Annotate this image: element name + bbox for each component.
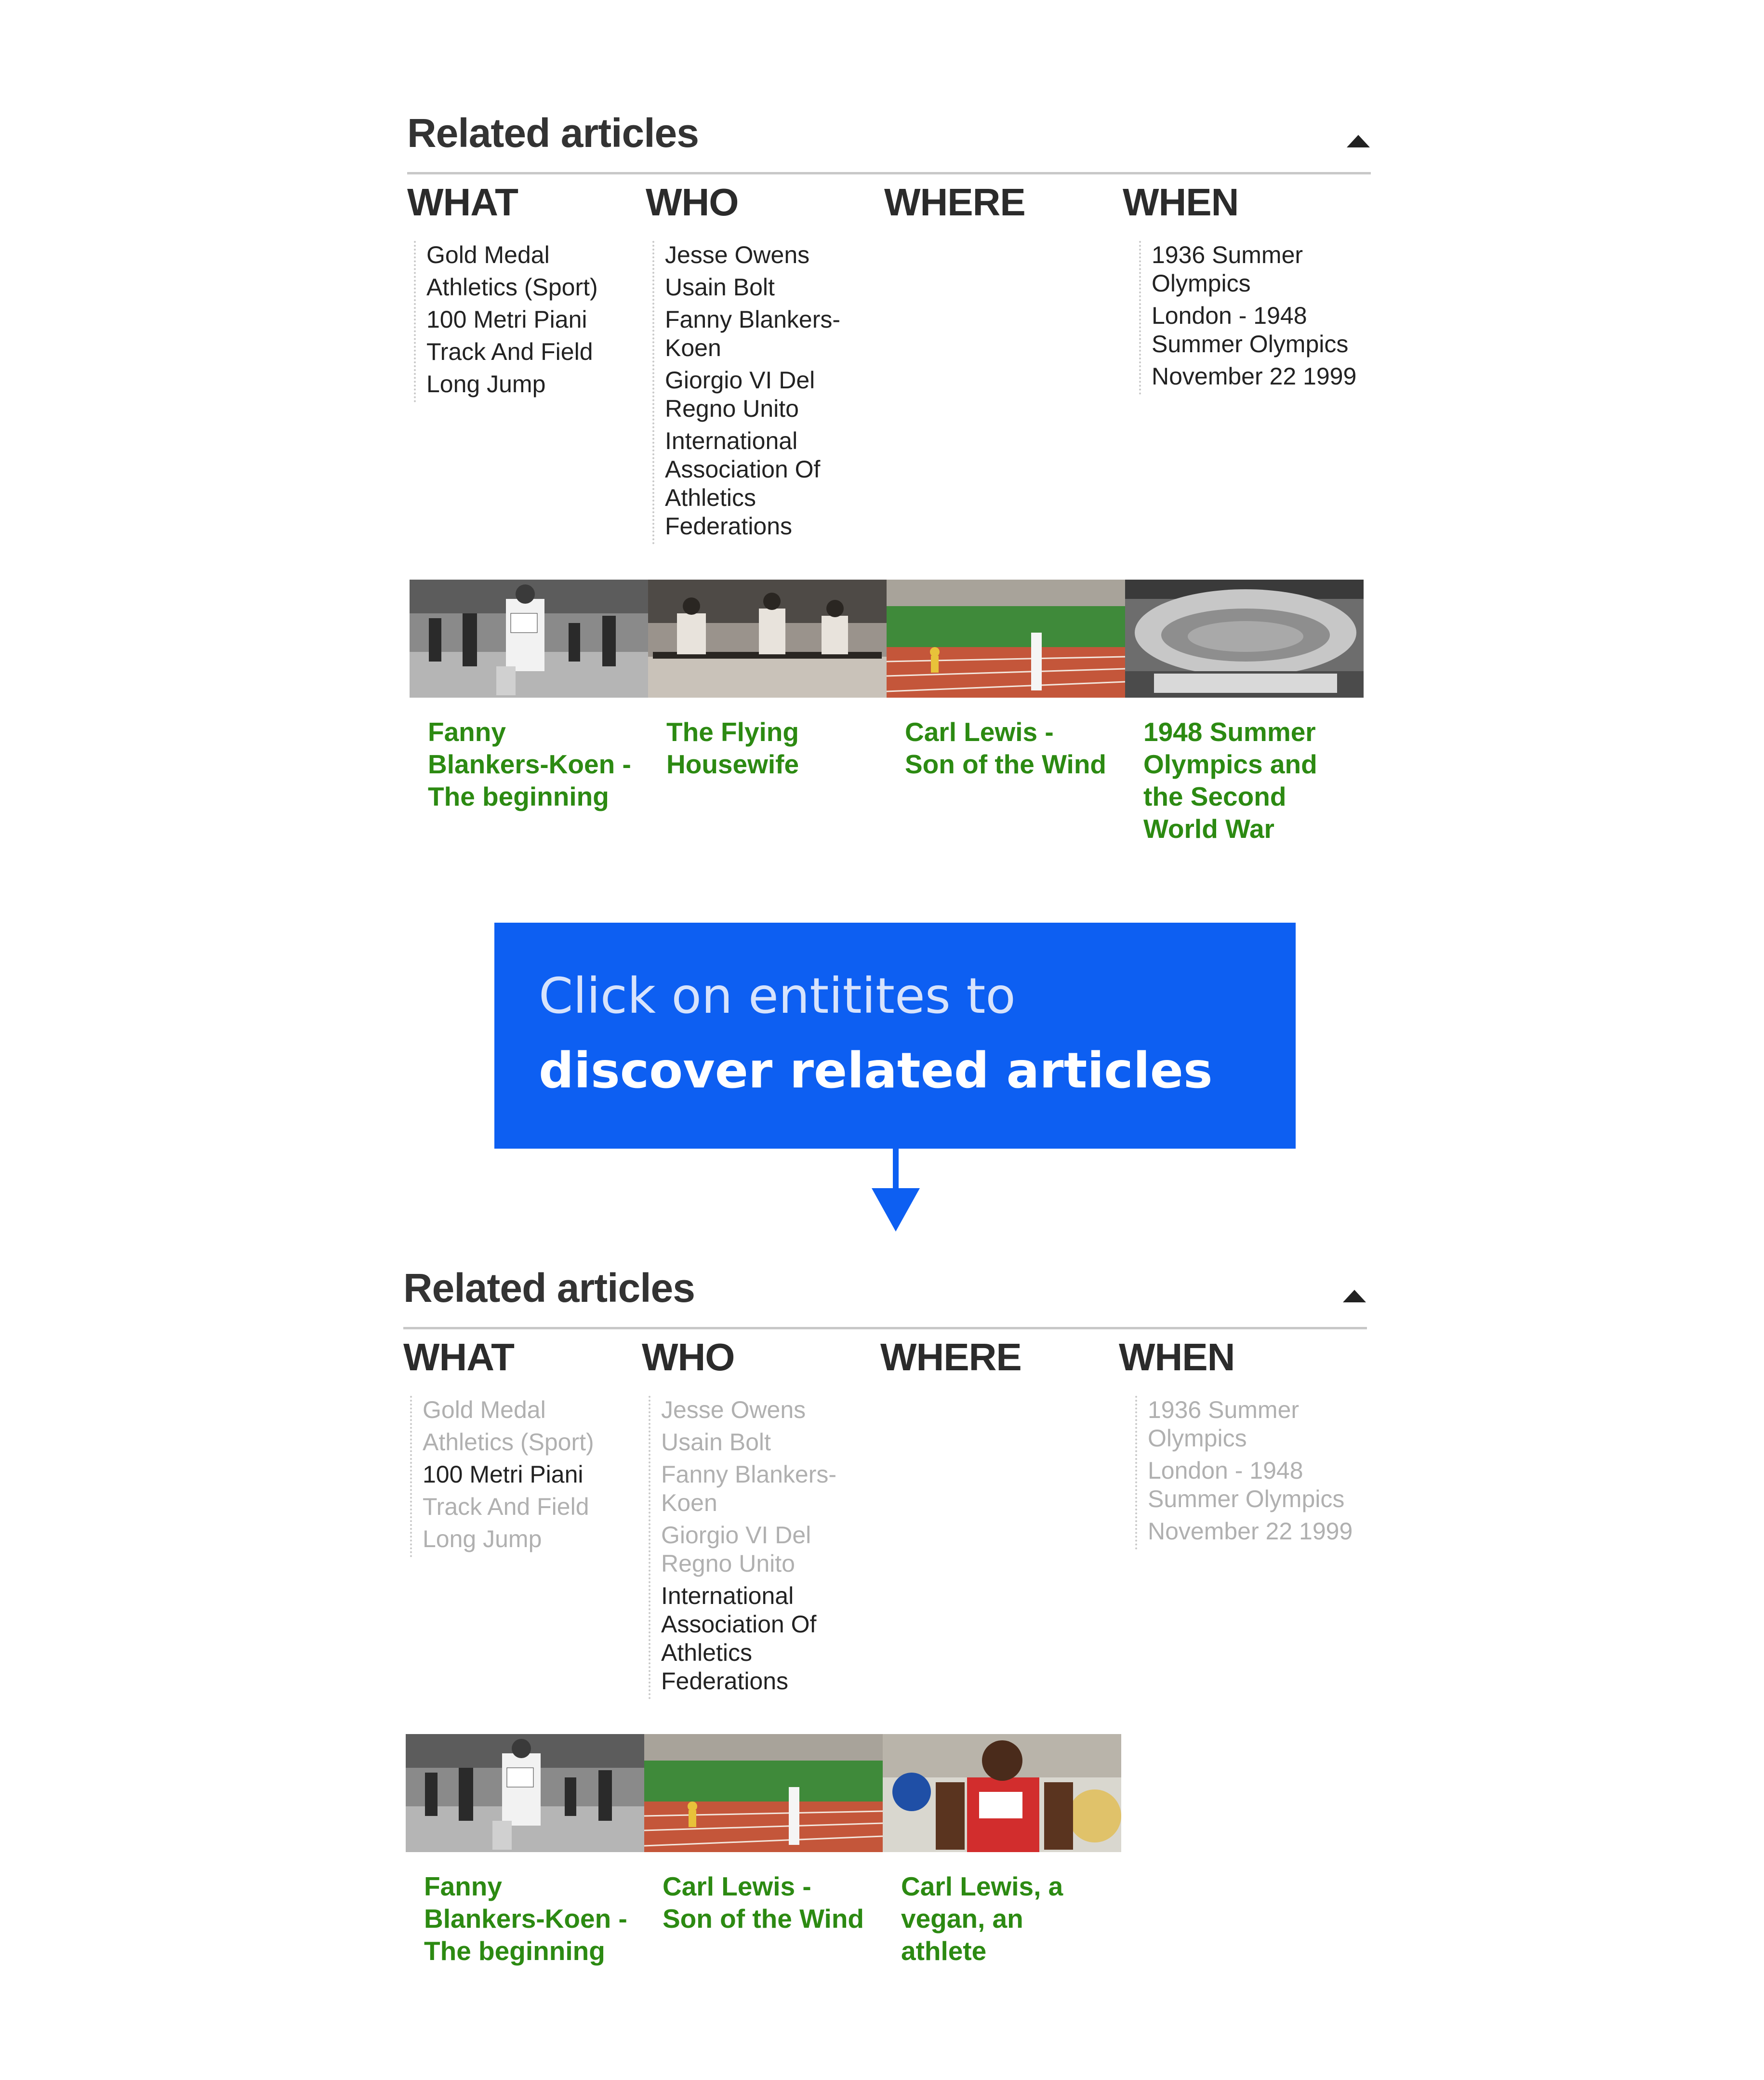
article-title-link[interactable]: Carl Lewis - Son of the Wind [644, 1870, 883, 1935]
entity-item[interactable]: November 22 1999 [1148, 1517, 1360, 1546]
column-heading: WHAT [403, 1336, 515, 1378]
column-what: WHAT Gold Medal Athletics (Sport) 100 Metri… [403, 1333, 635, 1557]
entity-item[interactable]: Usain Bolt [661, 1428, 873, 1457]
related-articles-title: Related articles [403, 1265, 695, 1311]
entity-item[interactable]: Giorgio VI Del Regno Unito [661, 1521, 873, 1578]
article-thumbnail[interactable] [644, 1734, 883, 1852]
article-card[interactable]: Fanny Blankers-Koen - The beginning [410, 580, 648, 813]
entity-item[interactable]: Athletics (Sport) [423, 1428, 635, 1457]
related-articles-widget-filtered: Related articles WHAT Gold Medal Athletics… [403, 1251, 1367, 1966]
entity-item[interactable]: 100 Metri Piani [423, 1460, 635, 1489]
entity-item[interactable]: Fanny Blankers-Koen [661, 1460, 873, 1517]
column-who: WHO Jesse Owens Usain Bolt Fanny Blankers-K… [642, 1333, 873, 1699]
callout-text: Click on entitites to discover related a… [539, 959, 1261, 1108]
callout-text-bold: discover related articles [539, 1042, 1213, 1100]
column-heading: WHEN [1119, 1336, 1235, 1378]
entity-list: 1936 Summer Olympics London - 1948 Summer… [1139, 241, 1364, 395]
related-articles-widget: Related articles WHAT Gold Medal Athletics… [407, 96, 1371, 844]
column-heading: WHO [646, 181, 739, 224]
article-title-link[interactable]: Fanny Blankers-Koen - The beginning [406, 1870, 644, 1967]
entity-item[interactable]: November 22 1999 [1152, 362, 1364, 391]
column-heading: WHO [642, 1336, 735, 1378]
column-heading: WHERE [880, 1336, 1022, 1378]
entity-list: Gold Medal Athletics (Sport) 100 Metri Pia… [414, 241, 638, 402]
article-card[interactable]: The Flying Housewife [648, 580, 887, 781]
column-heading: WHEN [1123, 181, 1239, 224]
entity-item[interactable]: 1936 Summer Olympics [1152, 241, 1364, 298]
column-when: WHEN 1936 Summer Olympics London - 1948 Su… [1119, 1333, 1353, 1550]
related-articles-header: Related articles [407, 96, 1371, 174]
article-card[interactable]: Carl Lewis - Son of the Wind [644, 1734, 883, 1935]
column-who: WHO Jesse Owens Usain Bolt Fanny Blankers-K… [646, 178, 877, 544]
article-thumbnail[interactable] [410, 580, 648, 698]
entity-item[interactable]: Long Jump [426, 370, 638, 398]
instruction-callout: Click on entitites to discover related a… [494, 923, 1296, 1149]
collapse-arrow-icon[interactable] [1343, 1290, 1366, 1302]
article-thumbnail[interactable] [883, 1734, 1121, 1852]
entity-item[interactable]: Athletics (Sport) [426, 273, 638, 302]
entity-item[interactable]: Usain Bolt [665, 273, 877, 302]
article-title-link[interactable]: Fanny Blankers-Koen - The beginning [410, 716, 648, 813]
entity-item[interactable]: Track And Field [426, 338, 638, 366]
column-where: WHERE [880, 1333, 1112, 1381]
article-thumbnail[interactable] [887, 580, 1125, 698]
article-card[interactable]: Fanny Blankers-Koen - The beginning [406, 1734, 644, 1967]
article-thumbnail[interactable] [406, 1734, 644, 1852]
callout-text-plain: Click on entitites to [539, 967, 1016, 1025]
entity-list: Gold Medal Athletics (Sport) 100 Metri Pia… [410, 1396, 635, 1557]
entity-list: Jesse Owens Usain Bolt Fanny Blankers-Koen… [652, 241, 877, 544]
entity-item[interactable]: International Association Of Athletics F… [661, 1582, 873, 1696]
entity-item[interactable]: Gold Medal [423, 1396, 635, 1424]
article-title-link[interactable]: Carl Lewis, a vegan, an athlete [883, 1870, 1121, 1967]
entity-item[interactable]: London - 1948 Summer Olympics [1148, 1457, 1360, 1513]
entity-item[interactable]: Jesse Owens [661, 1396, 873, 1424]
related-articles-header: Related articles [403, 1251, 1367, 1329]
column-when: WHEN 1936 Summer Olympics London - 1948 Su… [1123, 178, 1356, 395]
entity-item[interactable]: Long Jump [423, 1525, 635, 1553]
column-what: WHAT Gold Medal Athletics (Sport) 100 Metri… [407, 178, 638, 402]
article-card[interactable]: Carl Lewis - Son of the Wind [887, 580, 1125, 781]
article-title-link[interactable]: The Flying Housewife [648, 716, 887, 781]
entity-item[interactable]: Gold Medal [426, 241, 638, 269]
article-title-link[interactable]: 1948 Summer Olympics and the Second Worl… [1125, 716, 1364, 845]
arrow-line [893, 1149, 899, 1190]
article-thumbnail[interactable] [1125, 580, 1364, 698]
entity-item[interactable]: International Association Of Athletics F… [665, 427, 877, 541]
article-title-link[interactable]: Carl Lewis - Son of the Wind [887, 716, 1125, 781]
column-heading: WHERE [884, 181, 1026, 224]
entity-item[interactable]: Fanny Blankers-Koen [665, 305, 877, 362]
entity-item[interactable]: 100 Metri Piani [426, 305, 638, 334]
column-heading: WHAT [407, 181, 518, 224]
article-card[interactable]: Carl Lewis, a vegan, an athlete [883, 1734, 1121, 1967]
entity-item[interactable]: Track And Field [423, 1493, 635, 1521]
entity-item[interactable]: Jesse Owens [665, 241, 877, 269]
entity-item[interactable]: Giorgio VI Del Regno Unito [665, 366, 877, 423]
column-where: WHERE [884, 178, 1115, 226]
article-thumbnail[interactable] [648, 580, 887, 698]
article-card[interactable]: 1948 Summer Olympics and the Second Worl… [1125, 580, 1364, 845]
arrow-down-icon [872, 1188, 920, 1232]
entity-list: 1936 Summer Olympics London - 1948 Summer… [1135, 1396, 1360, 1550]
entity-item[interactable]: 1936 Summer Olympics [1148, 1396, 1360, 1453]
entity-item[interactable]: London - 1948 Summer Olympics [1152, 302, 1364, 358]
entity-list: Jesse Owens Usain Bolt Fanny Blankers-Koen… [649, 1396, 873, 1699]
collapse-arrow-icon[interactable] [1347, 135, 1370, 147]
related-articles-title: Related articles [407, 110, 699, 156]
